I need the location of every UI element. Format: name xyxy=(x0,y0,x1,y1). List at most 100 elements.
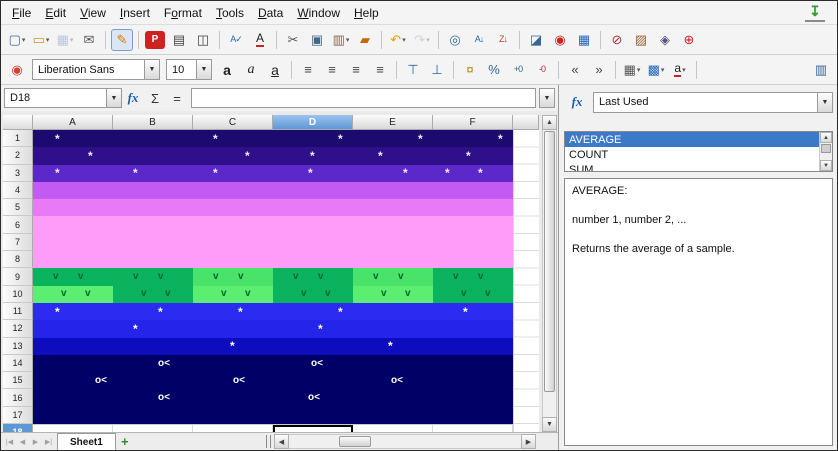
background-color-dropdown-icon[interactable]: ▾ xyxy=(661,66,665,74)
sheet-row-5[interactable] xyxy=(33,199,513,217)
spelling-icon[interactable]: A✓ xyxy=(225,29,247,51)
font-color-icon[interactable]: a ▾ xyxy=(669,59,691,81)
print-preview-icon[interactable]: ◫ xyxy=(192,29,214,51)
sheet-row-14[interactable]: o< o< xyxy=(33,354,513,373)
row-header-13[interactable]: 13 xyxy=(3,337,33,355)
cell-E10[interactable] xyxy=(353,285,433,303)
bold-icon[interactable]: a xyxy=(216,59,238,81)
sheet-row-1[interactable]: * * * * * xyxy=(33,130,513,148)
function-wizard-icon[interactable]: fx xyxy=(122,88,144,108)
row-header-1[interactable]: 1 xyxy=(3,130,33,148)
font-name-dropdown-icon[interactable]: ▼ xyxy=(144,60,159,79)
cut-icon[interactable]: ✂ xyxy=(282,29,304,51)
function-item-sum[interactable]: SUM xyxy=(565,162,819,172)
cell-C9[interactable] xyxy=(193,268,273,286)
redo-dropdown-icon[interactable]: ▾ xyxy=(426,36,430,44)
font-size-combobox[interactable]: 10 ▼ xyxy=(166,59,212,80)
borders-icon[interactable]: ▦ ▾ xyxy=(621,59,643,81)
row-header-12[interactable]: 12 xyxy=(3,320,33,338)
menu-data[interactable]: Data xyxy=(251,3,290,23)
cell-A10[interactable] xyxy=(33,285,113,303)
row-header-11[interactable]: 11 xyxy=(3,302,33,321)
insert-chart-icon[interactable]: ◪ xyxy=(525,29,547,51)
cell-F10[interactable] xyxy=(433,285,513,303)
align-left-icon[interactable]: ≡ xyxy=(297,59,319,81)
selected-cell-D18[interactable] xyxy=(273,425,353,432)
row-header-8[interactable]: 8 xyxy=(3,251,33,269)
row-header-18[interactable]: 18 xyxy=(3,424,33,432)
sheet-row-18[interactable] xyxy=(33,424,513,432)
menu-insert[interactable]: Insert xyxy=(113,3,157,23)
row-header-16[interactable]: 16 xyxy=(3,389,33,407)
row-header-2[interactable]: 2 xyxy=(3,147,33,165)
styles-icon[interactable]: ◉ xyxy=(6,59,28,81)
sheet-row-3[interactable]: * * * * * * * xyxy=(33,164,513,182)
panel-function-wizard-icon[interactable]: fx xyxy=(564,91,590,113)
vertical-scrollbar[interactable]: ▲ ▼ xyxy=(542,115,557,432)
row-header-15[interactable]: 15 xyxy=(3,372,33,390)
sheet-row-15[interactable]: o< o< o< xyxy=(33,372,513,390)
name-box-dropdown-icon[interactable]: ▼ xyxy=(106,89,121,107)
copy-icon[interactable]: ▣ xyxy=(306,29,328,51)
scroll-up-icon[interactable]: ▲ xyxy=(542,115,557,130)
cell-E9[interactable] xyxy=(353,268,433,286)
row-header-7[interactable]: 7 xyxy=(3,233,33,252)
horizontal-scroll-thumb[interactable] xyxy=(339,436,371,447)
print-icon[interactable]: ▤ xyxy=(168,29,190,51)
freeze-panes-icon[interactable]: ▦ xyxy=(573,29,595,51)
email-icon[interactable]: ✉ xyxy=(78,29,100,51)
gallery-icon[interactable]: ▨ xyxy=(630,29,652,51)
save-dropdown-icon[interactable]: ▾ xyxy=(70,36,74,44)
menu-edit[interactable]: Edit xyxy=(38,3,73,23)
export-pdf-icon[interactable]: P xyxy=(145,30,165,49)
horizontal-scroll-track[interactable] xyxy=(289,434,521,449)
equals-formula-icon[interactable]: = xyxy=(166,88,188,108)
sheet-row-4[interactable] xyxy=(33,181,513,200)
cell-B9[interactable] xyxy=(113,268,193,286)
background-color-icon[interactable]: ▩ ▾ xyxy=(645,59,667,81)
currency-format-icon[interactable]: ¤ xyxy=(459,59,481,81)
formula-input[interactable] xyxy=(191,88,536,108)
column-header-C[interactable]: C xyxy=(193,115,273,130)
add-decimal-icon[interactable]: +0 xyxy=(507,59,529,81)
delete-decimal-icon[interactable]: -0 xyxy=(531,59,553,81)
open-dropdown-icon[interactable]: ▾ xyxy=(46,36,50,44)
undo-icon[interactable]: ↶ ▾ xyxy=(387,29,409,51)
cell-D10[interactable] xyxy=(273,285,353,303)
column-header-partial[interactable] xyxy=(513,115,539,130)
sheet-row-11[interactable]: * * * * * xyxy=(33,302,513,321)
column-header-D[interactable]: D xyxy=(273,115,353,130)
font-color-dropdown-icon[interactable]: ▾ xyxy=(682,66,686,74)
vertical-scroll-track[interactable] xyxy=(542,130,557,417)
draw-functions-icon[interactable]: ◉ xyxy=(549,29,571,51)
sheet-row-6[interactable] xyxy=(33,216,513,234)
function-list-scrollbar[interactable]: ▲ ▼ xyxy=(819,132,832,171)
sheet-row-10[interactable]: vvvvvvvvvvvv xyxy=(33,285,513,303)
sheet-row-13[interactable]: * * xyxy=(33,337,513,355)
row-header-10[interactable]: 10 xyxy=(3,285,33,303)
align-top-icon[interactable]: ⊤ xyxy=(402,59,424,81)
name-box[interactable]: D18 ▼ xyxy=(4,88,122,108)
function-list-scroll-down-icon[interactable]: ▼ xyxy=(820,160,832,171)
menu-file[interactable]: File xyxy=(5,3,38,23)
scroll-right-icon[interactable]: ▶ xyxy=(521,434,536,449)
edit-mode-icon[interactable]: ✎ xyxy=(111,28,133,51)
protect-sheet-icon[interactable]: ⊘ xyxy=(606,29,628,51)
font-name-combobox[interactable]: Liberation Sans ▼ xyxy=(32,59,160,80)
scroll-left-icon[interactable]: ◀ xyxy=(274,434,289,449)
open-icon[interactable]: ▭ ▾ xyxy=(30,29,52,51)
sheet-row-8[interactable] xyxy=(33,251,513,269)
menu-tools[interactable]: Tools xyxy=(209,3,251,23)
increase-indent-icon[interactable]: » xyxy=(588,59,610,81)
auto-spellcheck-icon[interactable]: A xyxy=(249,29,271,51)
menu-format[interactable]: Format xyxy=(157,3,209,23)
align-right-icon[interactable]: ≡ xyxy=(345,59,367,81)
cell-F9[interactable] xyxy=(433,268,513,286)
align-bottom-icon[interactable]: ⊥ xyxy=(426,59,448,81)
menu-help[interactable]: Help xyxy=(347,3,386,23)
clone-formatting-icon[interactable]: ▰ xyxy=(354,29,376,51)
menu-window[interactable]: Window xyxy=(290,3,347,23)
function-list-scroll-thumb[interactable] xyxy=(821,144,831,153)
cell-D9[interactable] xyxy=(273,268,353,286)
row-header-9[interactable]: 9 xyxy=(3,268,33,286)
